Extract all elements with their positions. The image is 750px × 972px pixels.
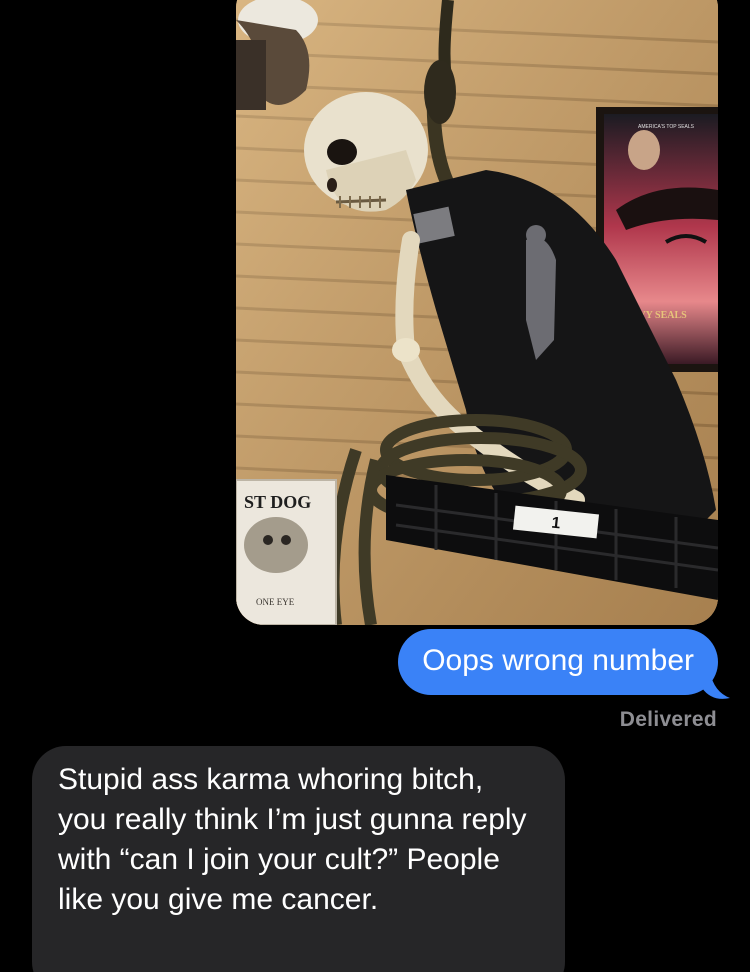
poster-tagline: AMERICA'S TOP SEALS [638,124,695,130]
outgoing-message-bubble[interactable]: Oops wrong number [398,629,718,695]
sent-photo-attachment[interactable]: NAVY SEALS AMERICA'S TOP SEALS 1 ST DOG … [236,0,718,625]
dog-sign-subtext: ONE EYE [256,597,295,607]
photo-image: NAVY SEALS AMERICA'S TOP SEALS 1 ST DOG … [236,0,718,625]
outgoing-message-text: Oops wrong number [422,644,694,677]
price-tag-text: 1 [551,515,562,533]
message-thread: NAVY SEALS AMERICA'S TOP SEALS 1 ST DOG … [0,0,750,972]
incoming-message-text: Stupid ass karma whoring bitch, you real… [58,763,527,916]
incoming-message-bubble[interactable]: Stupid ass karma whoring bitch, you real… [32,746,565,972]
outgoing-bubble-tail [702,672,730,699]
dog-sign-text: ST DOG [244,492,311,512]
delivery-status: Delivered [619,708,717,731]
